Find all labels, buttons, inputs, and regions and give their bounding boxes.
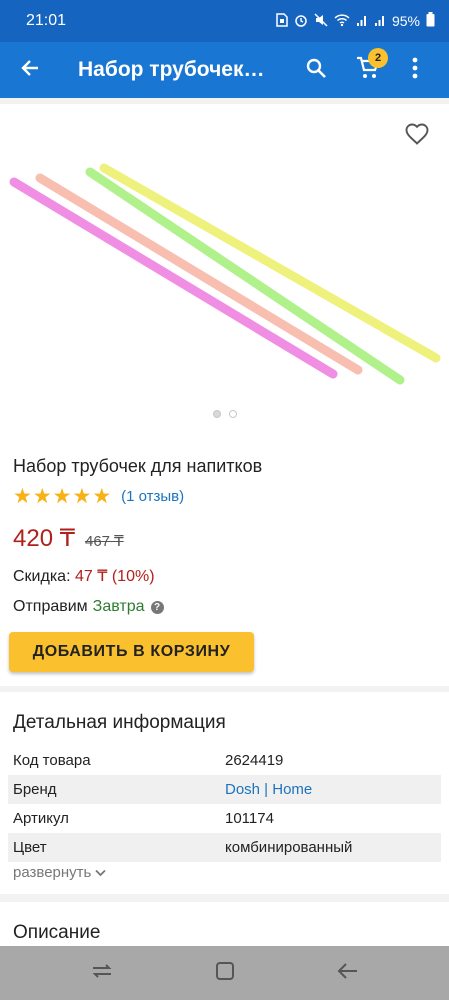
system-nav-bar [0, 946, 449, 1000]
cart-button[interactable]: 2 [342, 42, 394, 98]
recent-apps-button[interactable] [82, 953, 122, 993]
product-rating: ★ ★ ★ ★ ★ (1 отзыв) [13, 484, 184, 509]
details-title: Детальная информация [13, 712, 226, 733]
table-row: Артикул 101174 [8, 804, 441, 833]
search-icon [305, 57, 327, 84]
app-bar: Набор трубочек… 2 [0, 42, 449, 98]
star-icon: ★ [13, 485, 32, 508]
old-price: 467 ₸ [84, 533, 124, 550]
help-icon[interactable]: ? [150, 600, 164, 614]
add-to-cart-button[interactable]: ДОБАВИТЬ В КОРЗИНУ [9, 632, 254, 672]
product-card: Набор трубочек для напитков ★ ★ ★ ★ ★ (1… [0, 104, 449, 686]
sim-card-icon [276, 12, 288, 30]
status-time: 21:01 [26, 12, 67, 29]
status-bar: 21:01 95% [0, 0, 449, 42]
detail-key: Цвет [13, 839, 47, 856]
detail-value: 101174 [225, 810, 274, 827]
straw-shape [35, 173, 363, 375]
product-image-gallery[interactable] [0, 104, 449, 424]
home-button[interactable] [205, 953, 245, 993]
detail-key: Код товара [13, 752, 91, 769]
expand-label: развернуть [13, 864, 92, 881]
shipping-label: Отправим [13, 598, 88, 615]
detail-key: Артикул [13, 810, 69, 827]
recent-apps-icon [91, 963, 113, 984]
current-price: 420 ₸ [13, 525, 75, 552]
app-bar-actions: 2 [290, 42, 436, 98]
wifi-icon [334, 13, 350, 30]
discount-row: Скидка: 47 ₸ (10%) [13, 566, 155, 586]
discount-value: 47 ₸ (10%) [74, 568, 155, 585]
details-table: Код товара 2624419 Бренд Dosh | Home Арт… [8, 746, 441, 862]
straws [9, 163, 441, 385]
detail-value: комбинированный [225, 839, 353, 856]
gallery-pagination [0, 410, 449, 418]
battery-percent: 95% [391, 13, 420, 29]
star-icon: ★ [72, 485, 92, 508]
battery-icon [426, 12, 435, 30]
status-icons: 95% [276, 12, 435, 30]
table-row: Цвет комбинированный [8, 833, 441, 862]
brand-link[interactable]: Dosh | Home [225, 781, 441, 798]
table-row: Код товара 2624419 [8, 746, 441, 775]
nav-back-button[interactable] [328, 953, 368, 993]
more-menu-button[interactable] [394, 42, 436, 98]
alarm-icon [294, 13, 308, 30]
star-icon: ★ [92, 485, 112, 508]
cart-count-badge: 2 [368, 48, 388, 68]
discount-label: Скидка: [13, 568, 71, 585]
details-card: Детальная информация Код товара 2624419 … [0, 692, 449, 894]
detail-value: 2624419 [225, 752, 284, 769]
more-vert-icon [412, 57, 418, 84]
reviews-link[interactable]: (1 отзыв) [121, 488, 184, 505]
mute-icon [314, 12, 328, 30]
product-image [9, 163, 441, 385]
shipping-row: Отправим Завтра ? [13, 598, 164, 616]
gallery-dot[interactable] [212, 410, 221, 418]
signal-icon [356, 13, 368, 30]
signal-icon [374, 13, 386, 30]
favorite-button[interactable] [401, 120, 433, 152]
table-row: Бренд Dosh | Home [8, 775, 441, 804]
detail-key: Бренд [13, 781, 57, 798]
rating-stars: ★ ★ ★ ★ ★ [13, 484, 111, 509]
expand-button[interactable]: развернуть [13, 864, 106, 881]
back-arrow-icon [337, 962, 359, 985]
gallery-dot[interactable] [228, 410, 237, 418]
search-button[interactable] [290, 42, 342, 98]
page-title: Набор трубочек… [78, 58, 265, 81]
product-name: Набор трубочек для напитков [13, 456, 263, 476]
star-icon: ★ [32, 485, 52, 508]
shipping-date: Завтра [92, 598, 145, 615]
chevron-down-icon [95, 864, 106, 881]
straw-shape [85, 167, 405, 385]
star-icon: ★ [52, 485, 72, 508]
description-title: Описание [13, 922, 101, 943]
back-button[interactable] [0, 42, 60, 98]
arrow-left-icon [20, 58, 40, 83]
price-row: 420 ₸ 467 ₸ [13, 524, 124, 553]
home-square-icon [215, 961, 235, 986]
heart-outline-icon [405, 123, 429, 150]
